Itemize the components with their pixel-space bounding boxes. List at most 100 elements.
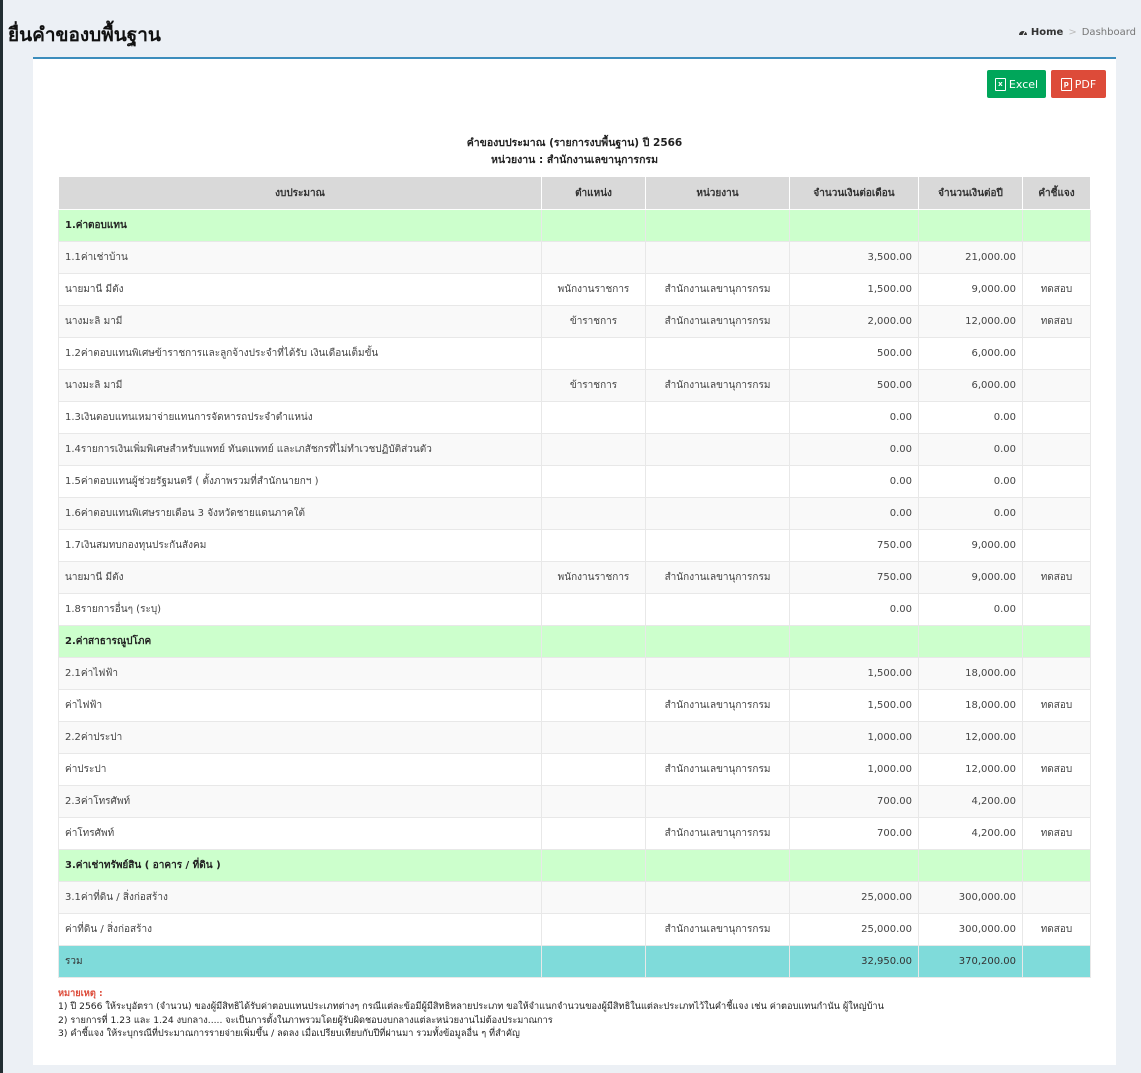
- cell-unit: [645, 401, 790, 434]
- column-header-note: คำชี้แจง: [1022, 176, 1091, 210]
- cell-yearly: 4,200.00: [918, 785, 1023, 818]
- cell-monthly: 1,000.00: [789, 721, 919, 754]
- cell-budget: ค่าประปา: [58, 753, 542, 786]
- cell-monthly: 0.00: [789, 401, 919, 434]
- cell-yearly: 4,200.00: [918, 817, 1023, 850]
- cell-unit: [645, 881, 790, 914]
- breadcrumb-current: Dashboard: [1081, 27, 1136, 38]
- cell-monthly: 1,000.00: [789, 753, 919, 786]
- cell-note: ทดสอบ: [1022, 273, 1091, 306]
- cell-position: [541, 945, 646, 978]
- cell-unit: [645, 657, 790, 690]
- cell-budget: 1.8รายการอื่นๆ (ระบุ): [58, 593, 542, 626]
- table-row: 2.1ค่าไฟฟ้า 1,500.00 18,000.00: [58, 657, 1091, 690]
- table-row: นางมะลิ มามี ข้าราชการ สำนักงานเลขานุการกร…: [58, 369, 1091, 402]
- table-row: ค่าโทรศัพท์ สำนักงานเลขานุการกรม 700.00 4,2…: [58, 817, 1091, 850]
- column-header-budget: งบประมาณ: [58, 176, 542, 210]
- cell-budget: 1.2ค่าตอบแทนพิเศษข้าราชการและลูกจ้างประจ…: [58, 337, 542, 370]
- cell-note: [1022, 465, 1091, 498]
- cell-budget: 3.1ค่าที่ดิน / สิ่งก่อสร้าง: [58, 881, 542, 914]
- note-item: 3) คำชี้แจง ให้ระบุกรณีที่ประมาณการรายจ่…: [58, 1027, 520, 1039]
- breadcrumb-separator: >: [1068, 27, 1077, 38]
- cell-monthly: 0.00: [789, 593, 919, 626]
- cell-budget: 3.ค่าเช่าทรัพย์สิน ( อาคาร / ที่ดิน ): [58, 849, 542, 882]
- cell-note: [1022, 625, 1091, 658]
- cell-unit: [645, 625, 790, 658]
- table-row: 1.8รายการอื่นๆ (ระบุ) 0.00 0.00: [58, 593, 1091, 626]
- cell-position: [541, 657, 646, 690]
- cell-position: [541, 721, 646, 754]
- table-row: นายมานี มีตัง พนักงานราชการ สำนักงานเลขานุ…: [58, 273, 1091, 306]
- cell-budget: 1.3เงินตอบแทนเหมาจ่ายแทนการจัดหารถประจำต…: [58, 401, 542, 434]
- cell-budget: ค่าไฟฟ้า: [58, 689, 542, 722]
- table-row: ค่าประปา สำนักงานเลขานุการกรม 1,000.00 12,0…: [58, 753, 1091, 786]
- cell-note: [1022, 881, 1091, 914]
- cell-note: [1022, 337, 1091, 370]
- table-header-row: งบประมาณ ตำแหน่ง หน่วยงาน จำนวนเงินต่อเด…: [58, 176, 1091, 210]
- cell-budget: 1.1ค่าเช่าบ้าน: [58, 241, 542, 274]
- cell-position: ข้าราชการ: [541, 369, 646, 402]
- table-row: 1.1ค่าเช่าบ้าน 3,500.00 21,000.00: [58, 241, 1091, 274]
- table-row: ค่าไฟฟ้า สำนักงานเลขานุการกรม 1,500.00 18,0…: [58, 689, 1091, 722]
- cell-unit: [645, 497, 790, 530]
- cell-monthly: 750.00: [789, 529, 919, 562]
- cell-monthly: 750.00: [789, 561, 919, 594]
- cell-yearly: 300,000.00: [918, 881, 1023, 914]
- column-header-monthly: จำนวนเงินต่อเดือน: [789, 176, 919, 210]
- report-subtitle: หน่วยงาน : สำนักงานเลขานุการกรม: [491, 154, 658, 166]
- cell-monthly: 0.00: [789, 497, 919, 530]
- column-header-yearly: จำนวนเงินต่อปี: [918, 176, 1023, 210]
- cell-monthly: [789, 849, 919, 882]
- export-pdf-button[interactable]: p PDF: [1051, 70, 1106, 98]
- cell-yearly: 0.00: [918, 401, 1023, 434]
- cell-unit: [645, 785, 790, 818]
- file-pdf-icon: p: [1060, 77, 1072, 91]
- cell-yearly: 9,000.00: [918, 529, 1023, 562]
- cell-unit: [645, 849, 790, 882]
- cell-unit: สำนักงานเลขานุการกรม: [645, 689, 790, 722]
- dashboard-icon: [1018, 31, 1027, 36]
- cell-note: [1022, 785, 1091, 818]
- sidebar-edge: [0, 0, 3, 1073]
- table-row: 3.1ค่าที่ดิน / สิ่งก่อสร้าง 25,000.00 300,…: [58, 881, 1091, 914]
- cell-note: [1022, 721, 1091, 754]
- cell-note: [1022, 369, 1091, 402]
- cell-budget: 1.6ค่าตอบแทนพิเศษรายเดือน 3 จังหวัดชายแด…: [58, 497, 542, 530]
- breadcrumb-home-link[interactable]: Home: [1031, 27, 1063, 38]
- cell-note: [1022, 497, 1091, 530]
- cell-note: ทดสอบ: [1022, 689, 1091, 722]
- cell-position: [541, 337, 646, 370]
- cell-note: ทดสอบ: [1022, 913, 1091, 946]
- budget-table-body: 1.ค่าตอบแทน 1.1ค่าเช่าบ้าน 3,500.00 21,000.…: [58, 209, 1091, 978]
- table-row: 2.2ค่าประปา 1,000.00 12,000.00: [58, 721, 1091, 754]
- cell-budget: 1.7เงินสมทบกองทุนประกันสังคม: [58, 529, 542, 562]
- cell-monthly: 1,500.00: [789, 689, 919, 722]
- cell-note: [1022, 945, 1091, 978]
- cell-position: [541, 785, 646, 818]
- cell-position: พนักงานราชการ: [541, 273, 646, 306]
- total-row: รวม 32,950.00 370,200.00: [58, 945, 1091, 978]
- cell-position: [541, 433, 646, 466]
- file-excel-icon: x: [994, 77, 1006, 91]
- cell-unit: สำนักงานเลขานุการกรม: [645, 753, 790, 786]
- cell-monthly: 32,950.00: [789, 945, 919, 978]
- cell-position: [541, 689, 646, 722]
- cell-monthly: 700.00: [789, 817, 919, 850]
- cell-budget: นางมะลิ มามี: [58, 305, 542, 338]
- column-header-unit: หน่วยงาน: [645, 176, 790, 210]
- cell-unit: สำนักงานเลขานุการกรม: [645, 817, 790, 850]
- cell-position: [541, 625, 646, 658]
- table-row: 1.2ค่าตอบแทนพิเศษข้าราชการและลูกจ้างประจ…: [58, 337, 1091, 370]
- cell-position: [541, 497, 646, 530]
- cell-position: [541, 753, 646, 786]
- cell-budget: นางมะลิ มามี: [58, 369, 542, 402]
- export-excel-label: Excel: [1008, 77, 1039, 91]
- top-bar: [3, 0, 1141, 9]
- notes-title: หมายเหตุ :: [58, 988, 103, 999]
- cell-yearly: 0.00: [918, 433, 1023, 466]
- category-row: 3.ค่าเช่าทรัพย์สิน ( อาคาร / ที่ดิน ): [58, 849, 1091, 882]
- cell-position: พนักงานราชการ: [541, 561, 646, 594]
- page-title: ยื่นคำของบพื้นฐาน: [8, 24, 161, 46]
- export-excel-button[interactable]: x Excel: [987, 70, 1046, 98]
- cell-monthly: [789, 209, 919, 242]
